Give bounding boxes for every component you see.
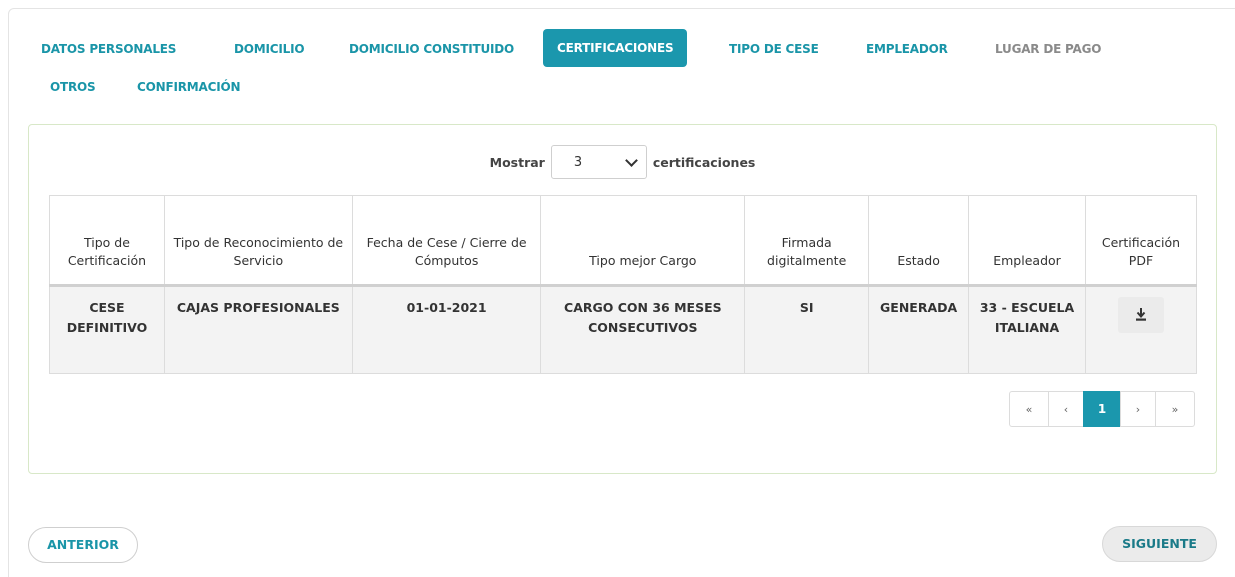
tab-domicilio-constituido[interactable]: DOMICILIO CONSTITUIDO: [335, 30, 528, 68]
next-button[interactable]: SIGUIENTE: [1102, 526, 1217, 562]
cell-tipo-mejor-cargo: CARGO CON 36 MESES CONSECUTIVOS: [540, 285, 746, 374]
tab-domicilio[interactable]: DOMICILIO: [220, 30, 318, 68]
show-suffix-label: certificaciones: [652, 154, 756, 170]
cell-pdf: [1084, 285, 1198, 374]
previous-button[interactable]: ANTERIOR: [28, 527, 138, 563]
chevron-down-icon: [624, 153, 638, 167]
column-header: Empleador: [968, 195, 1086, 286]
cell-tipo-reconocimiento: CAJAS PROFESIONALES: [163, 285, 353, 374]
cell-tipo-certificacion: CESE DEFINITIVO: [49, 285, 165, 374]
column-header: Tipo de Certificación: [49, 195, 165, 286]
column-header: Tipo mejor Cargo: [540, 195, 746, 286]
certifications-panel: Mostrar 3 certificaciones Tipo de Certif…: [28, 124, 1217, 474]
page-size-value: 3: [573, 154, 583, 170]
tab-tipo-de-cese[interactable]: TIPO DE CESE: [715, 30, 833, 68]
cell-empleador: 33 - ESCUELA ITALIANA: [968, 285, 1086, 374]
show-label: Mostrar: [489, 154, 545, 170]
column-header: Estado: [868, 195, 970, 286]
last-page-button[interactable]: »: [1155, 391, 1195, 427]
previous-page-button[interactable]: ‹: [1048, 391, 1084, 427]
first-page-button[interactable]: «: [1009, 391, 1049, 427]
column-header: Firmada digitalmente: [744, 195, 870, 286]
page-size-control: Mostrar 3 certificaciones: [29, 145, 1216, 179]
column-header: Tipo de Reconocimiento de Servicio: [163, 195, 353, 286]
column-header: Fecha de Cese / Cierre de Cómputos: [351, 195, 542, 286]
tab-datos-personales[interactable]: DATOS PERSONALES: [27, 30, 190, 68]
certifications-table: Tipo de Certificación Tipo de Reconocimi…: [49, 195, 1198, 374]
pagination: « ‹ 1 › »: [1009, 391, 1195, 427]
tab-otros[interactable]: OTROS: [36, 68, 109, 106]
page-size-select[interactable]: 3: [550, 145, 647, 179]
column-header: Certificación PDF: [1084, 195, 1198, 286]
cell-estado: GENERADA: [868, 285, 970, 374]
download-icon: [1135, 308, 1146, 321]
tab-certificaciones[interactable]: CERTIFICACIONES: [543, 29, 688, 67]
cell-firmada: SI: [744, 285, 870, 374]
next-page-button[interactable]: ›: [1120, 391, 1156, 427]
cell-fecha-cese: 01-01-2021: [351, 285, 542, 374]
download-pdf-button[interactable]: [1117, 297, 1164, 333]
current-page-button[interactable]: 1: [1083, 391, 1121, 427]
tab-confirmacion[interactable]: CONFIRMACIÓN: [123, 68, 254, 106]
table-row: CESE DEFINITIVO CAJAS PROFESIONALES 01-0…: [49, 285, 1198, 374]
tab-empleador[interactable]: EMPLEADOR: [852, 30, 962, 68]
tab-lugar-de-pago[interactable]: LUGAR DE PAGO: [981, 30, 1115, 68]
